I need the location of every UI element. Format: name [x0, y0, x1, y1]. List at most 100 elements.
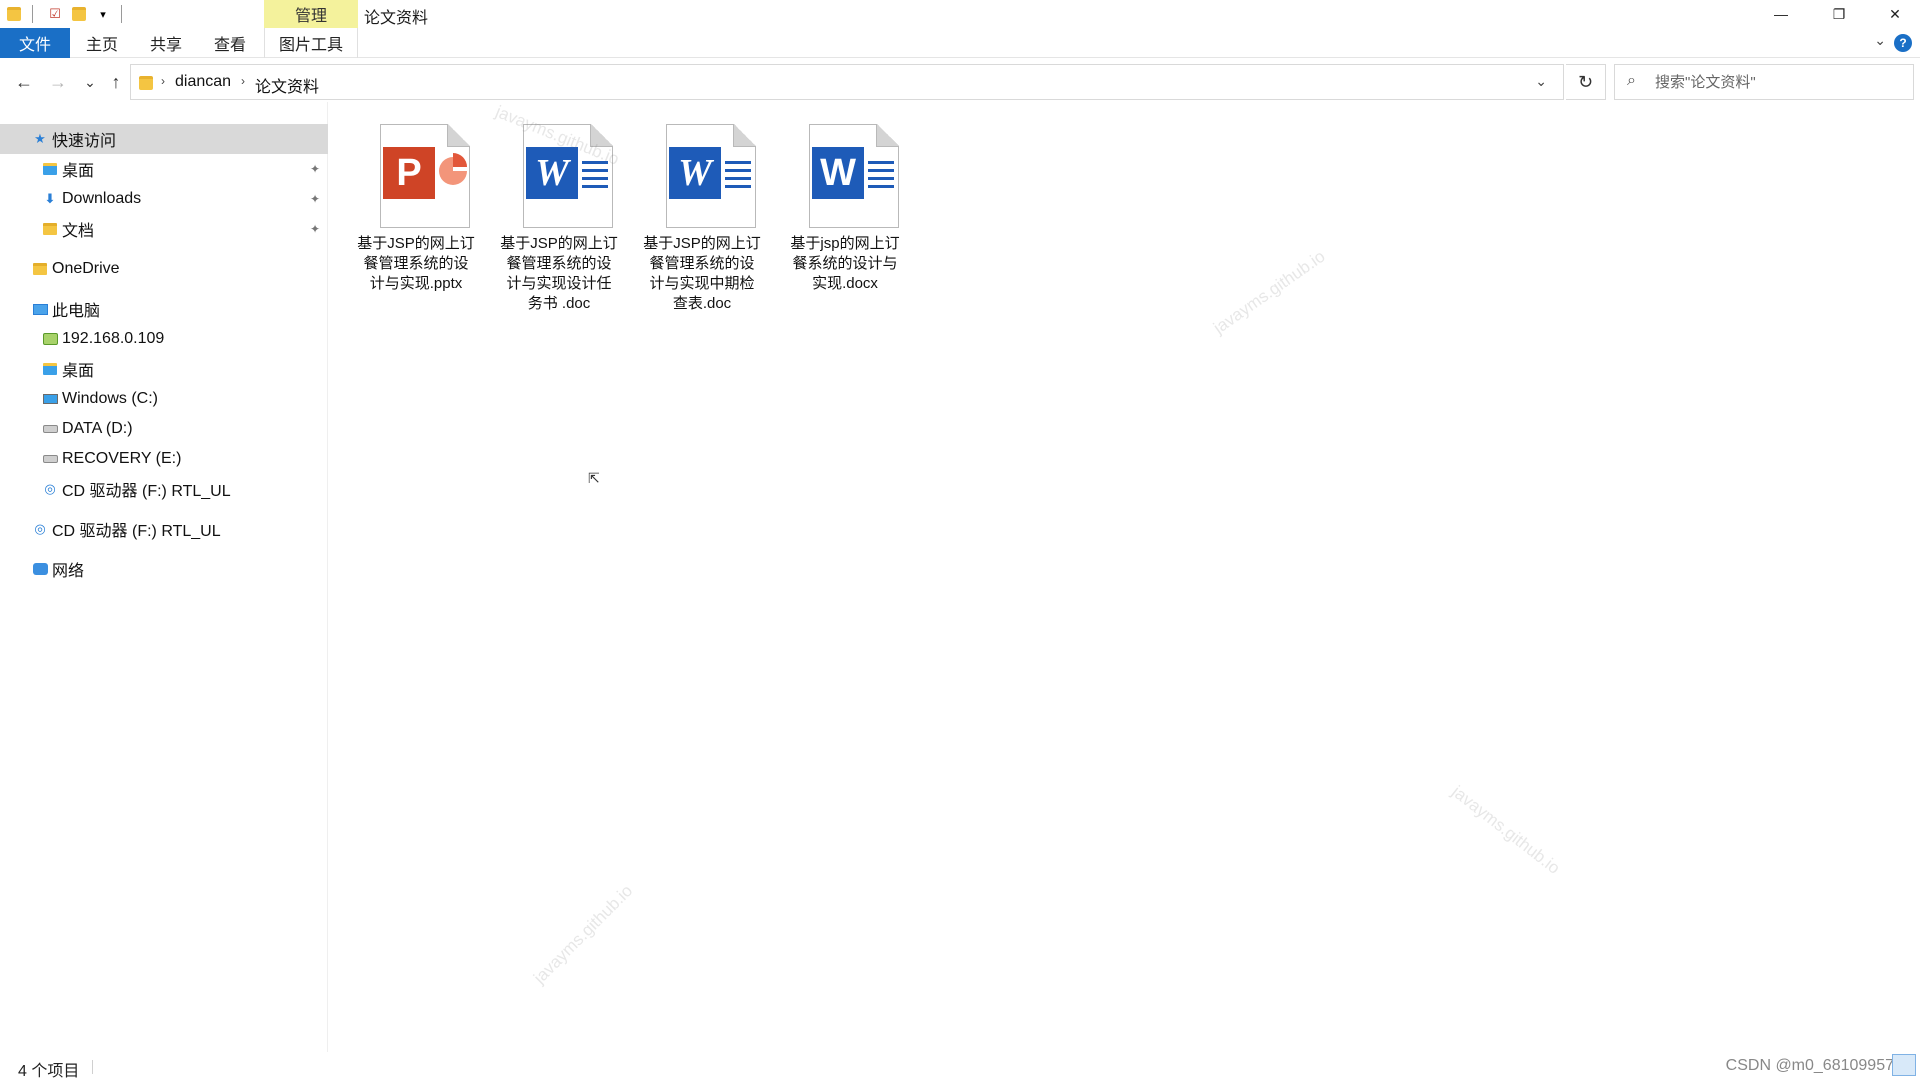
breadcrumb-current-folder[interactable]: 论文资料	[255, 73, 319, 97]
pin-icon[interactable]: ✦	[310, 162, 320, 176]
recent-locations-button[interactable]: ⌄	[78, 70, 102, 94]
tab-home[interactable]: 主页	[76, 28, 128, 58]
watermark: javayms.github.io	[1448, 782, 1564, 878]
watermark: javayms.github.io	[1210, 246, 1329, 338]
sidebar-item-label: CD 驱动器 (F:) RTL_UL	[52, 523, 221, 540]
documents-folder-icon	[42, 221, 58, 237]
help-icon[interactable]: ?	[1894, 34, 1912, 52]
drive-icon	[42, 451, 58, 467]
address-bar[interactable]: › diancan › 论文资料 ⌄	[130, 64, 1564, 100]
title-bar: ☑ ▾ 管理 论文资料 — ❐ ✕	[0, 0, 1920, 28]
address-row: ← → ⌄ ↑ › diancan › 论文资料 ⌄ ↻ ⌕	[0, 62, 1920, 102]
sidebar-item-label: DATA (D:)	[62, 420, 133, 437]
computer-icon	[32, 301, 48, 317]
sidebar-item-label: 文档	[62, 223, 95, 240]
tab-picture-tools[interactable]: 图片工具	[270, 28, 352, 58]
file-name: 基于jsp的网上订 餐系统的设计与 实现.docx	[790, 235, 900, 292]
word-file-icon: W	[809, 124, 899, 228]
sidebar-item-network-share[interactable]: 192.168.0.109	[0, 324, 328, 354]
forward-button[interactable]: →	[46, 70, 70, 94]
file-item-docx[interactable]: W 基于jsp的网上订 餐系统的设计与 实现.docx	[775, 120, 915, 320]
customize-toolbar-icon[interactable]: ▾	[93, 4, 113, 24]
cd-drive-icon: ◎	[34, 521, 46, 536]
folder-icon	[139, 76, 153, 90]
powerpoint-file-icon: P	[380, 124, 470, 228]
desktop-folder-icon	[42, 361, 58, 377]
csdn-credit: CSDN @m0_68109957	[1725, 1057, 1894, 1074]
ribbon-tab-bar: 文件 主页 共享 查看 图片工具 ⌄ ?	[0, 28, 1920, 58]
search-input[interactable]	[1655, 71, 1905, 93]
sidebar-item-quick-access[interactable]: ★ 快速访问	[0, 124, 328, 154]
sidebar-item-drive-c[interactable]: Windows (C:)	[0, 384, 328, 414]
sidebar-item-label: CD 驱动器 (F:) RTL_UL	[62, 483, 231, 500]
minimize-button[interactable]: —	[1752, 0, 1810, 28]
desktop-folder-icon	[42, 161, 58, 177]
sidebar-item-label: 192.168.0.109	[62, 330, 165, 347]
sidebar-item-drive-e[interactable]: RECOVERY (E:)	[0, 444, 328, 474]
network-drive-icon	[42, 331, 58, 347]
file-item-doc-midterm[interactable]: W 基于JSP的网上订 餐管理系统的设 计与实现中期检 查表.doc	[632, 120, 772, 320]
sidebar-item-label: Downloads	[62, 190, 142, 207]
properties-icon[interactable]: ☑	[45, 4, 65, 24]
sidebar-item-cd-drive[interactable]: ◎ CD 驱动器 (F:) RTL_UL	[0, 474, 328, 504]
window-title: 论文资料	[364, 10, 429, 27]
tab-view[interactable]: 查看	[204, 28, 256, 58]
star-icon: ★	[34, 131, 46, 146]
sidebar-item-label: OneDrive	[52, 260, 120, 277]
sidebar-item-this-pc[interactable]: 此电脑	[0, 294, 328, 324]
pin-icon[interactable]: ✦	[310, 222, 320, 236]
cd-drive-icon: ◎	[44, 481, 56, 496]
back-button[interactable]: ←	[12, 70, 36, 94]
breadcrumb-chevron-icon[interactable]: ›	[241, 74, 245, 88]
item-count: 4 个项目	[18, 1063, 80, 1080]
mouse-cursor-icon: ⇱	[588, 470, 600, 486]
refresh-button[interactable]: ↻	[1566, 64, 1606, 100]
navigation-pane: ★ 快速访问 桌面 ✦ ⬇ Downloads ✦ 文档 ✦ OneDrive …	[0, 102, 328, 1052]
breadcrumb-diancan[interactable]: diancan	[175, 73, 231, 91]
sidebar-item-label: 桌面	[62, 363, 95, 380]
search-icon: ⌕	[1627, 72, 1636, 89]
sidebar-item-label: RECOVERY (E:)	[62, 450, 182, 467]
new-folder-icon[interactable]	[69, 4, 89, 24]
sidebar-item-cd-drive-root[interactable]: ◎ CD 驱动器 (F:) RTL_UL	[0, 514, 328, 544]
status-separator	[92, 1060, 93, 1074]
toolbar-separator	[121, 5, 122, 23]
search-box[interactable]: ⌕	[1614, 64, 1914, 100]
sidebar-item-documents[interactable]: 文档 ✦	[0, 214, 328, 244]
up-button[interactable]: ↑	[104, 70, 128, 94]
file-list-view[interactable]: P 基于JSP的网上订 餐管理系统的设 计与实现.pptx W 基于JSP的网上订餐…	[330, 102, 1920, 1052]
file-item-pptx[interactable]: P 基于JSP的网上订 餐管理系统的设 计与实现.pptx	[346, 120, 486, 320]
status-bar: 4 个项目 CSDN @m0_68109957	[0, 1052, 1920, 1080]
windows-drive-icon	[42, 391, 58, 407]
toolbar-separator	[32, 5, 33, 23]
downloads-folder-icon: ⬇	[44, 191, 56, 206]
sidebar-item-downloads[interactable]: ⬇ Downloads ✦	[0, 184, 328, 214]
breadcrumb-chevron-icon[interactable]: ›	[161, 74, 165, 88]
sidebar-item-label: 桌面	[62, 163, 95, 180]
sidebar-item-desktop[interactable]: 桌面 ✦	[0, 154, 328, 184]
word-file-icon: W	[666, 124, 756, 228]
manage-context-tab[interactable]: 管理	[264, 0, 358, 28]
sidebar-item-desktop-pc[interactable]: 桌面	[0, 354, 328, 384]
sidebar-item-label: Windows (C:)	[62, 390, 159, 407]
watermark: javayms.github.io	[530, 881, 637, 988]
sidebar-item-label: 网络	[52, 563, 85, 580]
file-name: 基于JSP的网上订 餐管理系统的设 计与实现设计任 务书 .doc	[500, 235, 618, 312]
onedrive-folder-icon	[32, 261, 48, 277]
tab-file[interactable]: 文件	[0, 28, 70, 58]
sidebar-item-network[interactable]: 网络	[0, 554, 328, 584]
sidebar-item-label: 此电脑	[52, 303, 101, 320]
quick-access-toolbar: ☑ ▾	[0, 2, 130, 26]
sidebar-item-label: 快速访问	[52, 133, 117, 150]
tab-share[interactable]: 共享	[140, 28, 192, 58]
restore-button[interactable]: ❐	[1810, 0, 1868, 28]
sidebar-item-onedrive[interactable]: OneDrive	[0, 254, 328, 284]
network-icon	[32, 561, 48, 577]
file-name: 基于JSP的网上订 餐管理系统的设 计与实现.pptx	[357, 235, 475, 292]
close-button[interactable]: ✕	[1866, 0, 1920, 28]
sidebar-item-drive-d[interactable]: DATA (D:)	[0, 414, 328, 444]
chevron-down-icon[interactable]: ⌄	[1874, 32, 1886, 49]
large-icons-view-button[interactable]	[1892, 1054, 1916, 1076]
address-dropdown-icon[interactable]: ⌄	[1535, 73, 1547, 90]
pin-icon[interactable]: ✦	[310, 192, 320, 206]
